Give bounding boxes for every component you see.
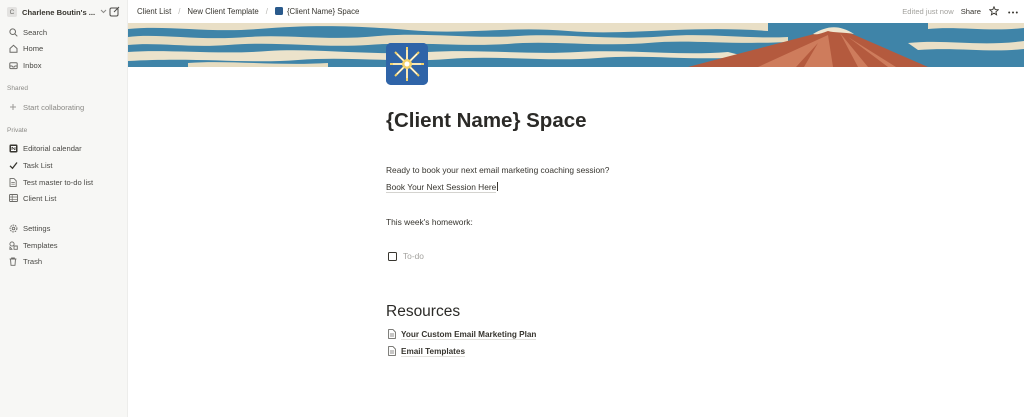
cover-image[interactable] xyxy=(128,23,1024,67)
breadcrumb-client-list[interactable]: Client List xyxy=(137,7,171,16)
table-icon xyxy=(8,193,18,203)
homework-label[interactable]: This week's homework: xyxy=(386,217,473,227)
topbar-actions: Edited just now Share xyxy=(902,0,1024,23)
sidebar-item-label: Task List xyxy=(23,160,53,170)
gear-icon xyxy=(8,223,18,233)
breadcrumb-new-client-template[interactable]: New Client Template xyxy=(187,7,258,16)
sidebar-item-label: Test master to-do list xyxy=(23,177,94,187)
document-icon xyxy=(388,346,396,358)
page-emoji-icon xyxy=(274,7,283,15)
private-section-heading: Private xyxy=(7,127,28,134)
search-icon xyxy=(8,27,18,37)
notion-calendar-icon xyxy=(8,143,18,153)
book-session-link[interactable]: Book Your Next Session Here xyxy=(386,182,499,193)
share-button[interactable]: Share xyxy=(961,7,981,16)
sidebar-item-search[interactable]: Search xyxy=(8,26,47,38)
sidebar-item-label: Start collaborating xyxy=(23,102,85,112)
sidebar-item-label: Settings xyxy=(23,223,51,233)
sidebar-item-label: Trash xyxy=(23,256,43,266)
resources-heading[interactable]: Resources xyxy=(386,303,460,321)
workspace-badge: C xyxy=(7,7,17,17)
sidebar: C Charlene Boutin's ... Search Home Inbo… xyxy=(0,0,128,417)
todo-item[interactable]: To-do xyxy=(388,251,424,261)
sidebar-item-test-master-todo[interactable]: Test master to-do list xyxy=(8,176,93,188)
sidebar-item-label: Templates xyxy=(23,240,58,250)
sidebar-item-inbox[interactable]: Inbox xyxy=(8,59,42,71)
resource-link-email-templates[interactable]: Email Templates xyxy=(388,346,466,358)
book-session-link-text: Book Your Next Session Here xyxy=(386,182,497,193)
sidebar-item-task-list[interactable]: Task List xyxy=(8,159,53,171)
templates-icon xyxy=(8,240,18,250)
breadcrumb-separator: / xyxy=(265,7,268,16)
document-icon xyxy=(388,329,396,341)
home-icon xyxy=(8,43,18,53)
new-page-icon[interactable] xyxy=(109,6,120,19)
breadcrumb-current-label: {Client Name} Space xyxy=(286,7,360,16)
sidebar-item-label: Client List xyxy=(23,193,57,203)
topbar: Client List / New Client Template / {Cli… xyxy=(128,0,1024,23)
sidebar-item-editorial-calendar[interactable]: Editorial calendar xyxy=(8,142,82,154)
todo-checkbox[interactable] xyxy=(388,251,397,261)
edited-status: Edited just now xyxy=(902,7,954,16)
sidebar-item-templates[interactable]: Templates xyxy=(8,239,58,251)
intro-text[interactable]: Ready to book your next email marketing … xyxy=(386,165,609,175)
sidebar-item-settings[interactable]: Settings xyxy=(8,222,50,234)
resource-link-label: Email Templates xyxy=(401,347,466,357)
text-cursor xyxy=(497,182,499,191)
workspace-name: Charlene Boutin's ... xyxy=(22,7,96,17)
page-title[interactable]: {Client Name} Space xyxy=(386,109,587,133)
sidebar-item-label: Inbox xyxy=(23,60,42,70)
workspace-switcher[interactable]: C Charlene Boutin's ... xyxy=(7,6,120,18)
more-options-icon[interactable] xyxy=(1008,7,1018,16)
inbox-icon xyxy=(8,60,18,70)
resource-link-email-marketing-plan[interactable]: Your Custom Email Marketing Plan xyxy=(388,329,537,341)
plus-icon xyxy=(8,102,18,112)
chevron-down-icon[interactable] xyxy=(100,9,107,16)
sidebar-item-client-list[interactable]: Client List xyxy=(8,192,56,204)
breadcrumb-separator: / xyxy=(178,7,181,16)
sidebar-item-trash[interactable]: Trash xyxy=(8,255,42,267)
sidebar-item-label: Search xyxy=(23,27,48,37)
page-icon xyxy=(8,177,18,187)
shared-section-heading: Shared xyxy=(7,85,28,92)
sidebar-item-label: Editorial calendar xyxy=(23,143,82,153)
sidebar-item-home[interactable]: Home xyxy=(8,42,43,54)
page-icon-starburst[interactable] xyxy=(386,43,428,85)
trash-icon xyxy=(8,256,18,266)
sidebar-item-start-collaborating[interactable]: Start collaborating xyxy=(8,101,84,113)
resource-link-label: Your Custom Email Marketing Plan xyxy=(401,330,537,340)
star-icon[interactable] xyxy=(988,5,1000,18)
breadcrumb-current-page[interactable]: {Client Name} Space xyxy=(274,7,360,16)
sidebar-item-label: Home xyxy=(23,43,44,53)
checkmark-icon xyxy=(8,160,18,170)
todo-placeholder[interactable]: To-do xyxy=(403,251,424,261)
